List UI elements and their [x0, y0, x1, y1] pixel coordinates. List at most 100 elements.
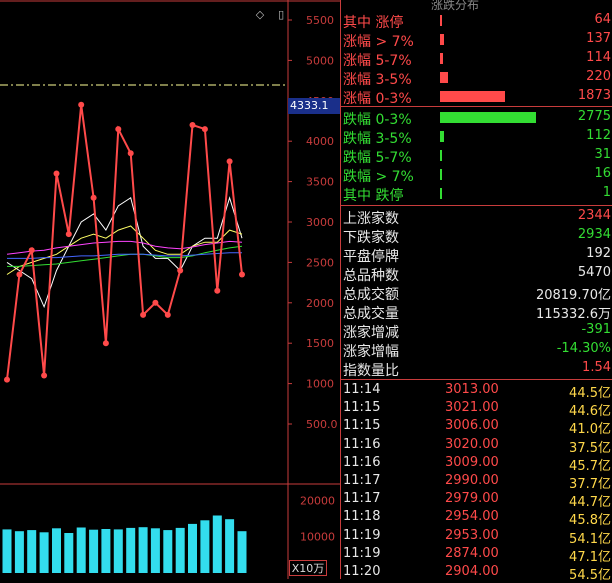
tick-price: 2904.00 — [445, 564, 499, 579]
summary-label: 上涨家数 — [343, 211, 399, 227]
tick-row[interactable]: 11:20 2904.00 54.5亿 — [341, 563, 612, 583]
tick-time: 11:20 — [343, 564, 381, 579]
tick-time: 11:18 — [343, 509, 381, 525]
diamond-icon[interactable]: ◇ — [254, 9, 266, 21]
tick-amount: 37.5亿 — [569, 440, 611, 456]
price-tick-label: 3500 — [306, 176, 334, 189]
volume-bar — [89, 529, 99, 573]
price-point — [28, 247, 35, 254]
dist-value: 2775 — [577, 109, 611, 124]
volume-bar — [27, 530, 37, 573]
volume-bar — [101, 529, 111, 573]
dist-bar — [440, 188, 442, 199]
dist-label: 其中 跌停 — [343, 188, 404, 204]
volume-tick-label: 20000 — [300, 494, 335, 507]
tick-time: 11:15 — [343, 400, 381, 416]
volume-bar — [138, 527, 148, 573]
summary-row: 指数量比 1.54 — [341, 359, 612, 379]
tick-price: 3006.00 — [445, 418, 499, 434]
tick-amount: 41.0亿 — [569, 422, 611, 438]
tick-amount: 54.1亿 — [569, 531, 611, 547]
summary-row: 涨家增幅 -14.30% — [341, 340, 612, 360]
dist-bar — [440, 112, 536, 123]
price-point — [41, 372, 48, 379]
price-point — [164, 311, 171, 318]
panel-toggle-icon[interactable]: ▯ — [275, 9, 287, 21]
chart-toolbar: ◇ ▯ — [254, 3, 291, 21]
price-point — [239, 271, 245, 278]
price-tick-label: 1500 — [306, 337, 334, 350]
dist-label: 涨幅 3-5% — [343, 72, 412, 88]
dist-value: 1 — [602, 185, 611, 200]
price-point — [65, 231, 72, 238]
volume-bar — [76, 527, 86, 573]
tick-time: 11:17 — [343, 491, 381, 507]
price-point — [115, 126, 122, 133]
dist-row: 涨幅 5-7% 114 — [341, 49, 612, 69]
tick-row[interactable]: 11:14 3013.00 44.5亿 — [341, 381, 612, 401]
summary-row: 上涨家数 2344 — [341, 207, 612, 227]
tick-amount: 44.7亿 — [569, 495, 611, 511]
dist-row: 其中 跌停 1 — [341, 184, 612, 204]
price-point — [16, 271, 23, 278]
tick-amount: 37.7亿 — [569, 477, 611, 492]
volume-bar — [225, 519, 235, 573]
volume-bar — [113, 529, 123, 573]
dist-label: 涨幅 5-7% — [343, 53, 412, 69]
dist-value: 114 — [586, 50, 611, 65]
tick-row[interactable]: 11:19 2874.00 47.1亿 — [341, 545, 612, 565]
kline-chart[interactable]: 5500500045004000350030002500200015001000… — [0, 0, 340, 579]
summary-row: 总成交额 20819.70亿 — [341, 283, 612, 303]
summary-label: 涨家增减 — [343, 325, 399, 341]
dist-label: 跌幅 5-7% — [343, 150, 412, 166]
summary-value: -14.30% — [556, 341, 611, 356]
dist-bar — [440, 150, 442, 161]
tick-row[interactable]: 11:19 2953.00 54.1亿 — [341, 527, 612, 547]
volume-bar — [237, 531, 247, 573]
dist-row: 跌幅 5-7% 31 — [341, 146, 612, 166]
summary-value: 2934 — [577, 227, 611, 242]
tick-row[interactable]: 11:15 3006.00 41.0亿 — [341, 417, 612, 438]
tick-row[interactable]: 11:15 3021.00 44.6亿 — [341, 399, 612, 419]
price-point — [53, 170, 60, 177]
summary-value: 20819.70亿 — [535, 288, 611, 303]
dist-row: 跌幅 3-5% 112 — [341, 127, 612, 147]
tick-amount: 54.5亿 — [569, 568, 611, 583]
price-point — [177, 267, 184, 274]
dist-value: 137 — [586, 31, 611, 46]
tick-row[interactable]: 11:16 3020.00 37.5亿 — [341, 436, 612, 456]
price-point — [78, 101, 85, 108]
divider — [341, 205, 612, 206]
chart-panel[interactable]: 5500500045004000350030002500200015001000… — [0, 0, 340, 579]
price-tick-label: 2000 — [306, 297, 334, 310]
dist-label: 其中 涨停 — [343, 15, 404, 31]
tick-row[interactable]: 11:17 2990.00 37.7亿 — [341, 472, 612, 492]
tick-time: 11:19 — [343, 527, 381, 543]
price-tick-label: 5000 — [306, 54, 334, 67]
tick-row[interactable]: 11:18 2954.00 45.8亿 — [341, 508, 612, 528]
price-point — [140, 311, 147, 318]
summary-label: 总成交额 — [343, 287, 399, 303]
dist-value: 112 — [586, 128, 611, 143]
summary-label: 总品种数 — [343, 268, 399, 284]
dist-label: 涨幅 > 7% — [343, 34, 414, 50]
price-tick-label: 2500 — [306, 256, 334, 269]
tick-time: 11:15 — [343, 418, 381, 434]
tick-time: 11:16 — [343, 436, 381, 452]
volume-bar — [188, 523, 197, 573]
price-point — [152, 299, 159, 306]
dist-value: 220 — [586, 69, 611, 84]
volume-bar — [52, 528, 61, 573]
volume-bar — [39, 532, 49, 573]
summary-label: 平盘停牌 — [343, 249, 399, 265]
summary-row: 总成交量 115332.6万 — [341, 302, 612, 322]
price-point — [4, 376, 10, 383]
volume-bar — [126, 527, 136, 573]
volume-bar — [64, 533, 74, 573]
tick-row[interactable]: 11:16 3009.00 45.7亿 — [341, 454, 612, 474]
dist-label: 涨幅 0-3% — [343, 91, 412, 107]
dist-bar — [440, 169, 442, 180]
tick-price: 3009.00 — [445, 454, 499, 470]
tick-row[interactable]: 11:17 2979.00 44.7亿 — [341, 490, 612, 511]
price-tick-label: 3000 — [306, 216, 334, 229]
